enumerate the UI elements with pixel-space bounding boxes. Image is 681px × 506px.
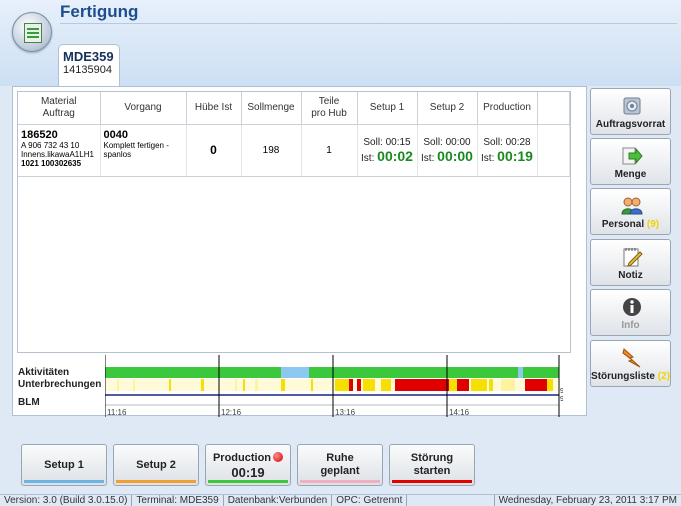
ruhe-color-bar	[300, 480, 380, 483]
interruption-segment	[311, 379, 313, 391]
tick-label: 14:16	[449, 408, 470, 417]
interruption-segment	[423, 379, 449, 391]
table-row[interactable]: 186520 A 906 732 43 10 Innens.likawaA1LH…	[18, 124, 570, 177]
status-terminal: Terminal: MDE359	[132, 495, 224, 506]
activity-segment	[523, 367, 559, 378]
tick-label: 11:16	[107, 408, 127, 417]
order-grid: Material Auftrag Vorgang Hübe Ist Sollmen…	[17, 91, 571, 353]
ruhe-geplant-button[interactable]: Ruhe geplant	[297, 444, 383, 486]
interruption-segment	[357, 379, 361, 391]
idle-segment	[281, 367, 309, 378]
interruption-segment	[363, 379, 375, 391]
status-database: Datenbank:Verbunden	[224, 495, 333, 506]
activity-segment	[309, 367, 518, 378]
gear-icon	[623, 97, 641, 115]
table-header-row: Material Auftrag Vorgang Hübe Ist Sollmen…	[18, 92, 570, 125]
interruption-segment	[349, 379, 353, 391]
machine-id: 14135904	[63, 64, 112, 76]
notepad-icon	[623, 248, 643, 267]
app-header: Fertigung MDE359 14135904	[0, 0, 681, 86]
interruption-segment	[525, 379, 547, 391]
status-datetime: Wednesday, February 23, 2011 3:17 PM	[493, 495, 681, 506]
interruption-segment	[395, 379, 423, 391]
lightning-icon	[622, 348, 641, 368]
blm-value: 9	[560, 396, 563, 403]
setup1-color-bar	[24, 480, 104, 483]
info-button[interactable]: Info	[590, 289, 671, 336]
cell-production: Soll: 00:28 Ist: 00:19	[477, 124, 538, 177]
personal-button[interactable]: Personal (9)	[590, 188, 671, 235]
col-setup1[interactable]: Setup 1	[357, 92, 418, 125]
setup2-button[interactable]: Setup 2	[113, 444, 199, 486]
cell-material: 186520 A 906 732 43 10 Innens.likawaA1LH…	[18, 124, 101, 177]
label-unterbrechungen: Unterbrechungen	[18, 379, 102, 390]
app-title: Fertigung	[60, 2, 139, 21]
setup1-button[interactable]: Setup 1	[21, 444, 107, 486]
interruption-segment	[471, 379, 487, 391]
interruption-segment	[117, 379, 119, 391]
cell-setup2: Soll: 00:00 Ist: 00:00	[417, 124, 478, 177]
interruption-segment	[169, 379, 171, 391]
col-huebe-ist[interactable]: Hübe Ist	[186, 92, 242, 125]
recording-indicator-icon	[273, 452, 284, 462]
tick-label: 13:16	[335, 408, 356, 417]
interruption-segment	[281, 379, 285, 391]
tick-label: 12:16	[221, 408, 242, 417]
col-material[interactable]: Material Auftrag	[18, 92, 101, 125]
interruption-segment	[501, 379, 515, 391]
stoerung-color-bar	[392, 480, 472, 483]
cell-vorgang: 0040 Komplett fertigen - spanlos	[100, 124, 187, 177]
interruption-segment	[255, 379, 258, 391]
people-icon	[621, 197, 643, 215]
label-blm: BLM	[18, 397, 40, 408]
blm-value: 9	[560, 388, 563, 395]
info-icon	[623, 298, 641, 316]
cell-sollmenge: 198	[241, 124, 302, 177]
col-production[interactable]: Production	[477, 92, 538, 125]
interruption-segment	[547, 379, 553, 391]
stoerung-starten-button[interactable]: Störung starten	[389, 444, 475, 486]
interruption-segment	[335, 379, 349, 391]
cell-filler	[537, 124, 570, 177]
stoerungsliste-button[interactable]: Störungsliste (2)	[590, 340, 671, 387]
production-list-icon[interactable]	[12, 12, 52, 52]
interruption-segment	[489, 379, 493, 391]
status-opc: OPC: Getrennt	[332, 495, 408, 506]
interruption-segment	[457, 379, 469, 391]
title-divider	[60, 23, 677, 24]
machine-name: MDE359	[63, 49, 114, 64]
interruption-segment	[133, 379, 135, 391]
arrow-right-icon	[622, 147, 643, 165]
menge-button[interactable]: Menge	[590, 138, 671, 185]
interruption-segment	[381, 379, 391, 391]
production-timer: 00:19	[231, 465, 265, 480]
interruption-segment	[243, 379, 245, 391]
cell-setup1: Soll: 00:15 Ist: 00:02	[357, 124, 418, 177]
col-filler	[537, 92, 570, 125]
status-bar: Version: 3.0 (Build 3.0.15.0) Terminal: M…	[0, 494, 681, 506]
col-setup2[interactable]: Setup 2	[417, 92, 478, 125]
production-button[interactable]: Production 00:19	[205, 444, 291, 486]
cell-huebe-ist: 0	[186, 124, 242, 177]
col-sollmenge[interactable]: Sollmenge	[241, 92, 302, 125]
idle-segment	[518, 367, 523, 378]
machine-tab[interactable]: MDE359 14135904	[58, 44, 120, 86]
activity-segment	[105, 367, 281, 378]
notiz-button[interactable]: Notiz	[590, 239, 671, 286]
cell-teile: 1	[301, 124, 358, 177]
label-aktivitaeten: Aktivitäten	[18, 367, 70, 378]
interruption-segment	[201, 379, 204, 391]
col-vorgang[interactable]: Vorgang	[100, 92, 187, 125]
interruption-segment	[449, 379, 457, 391]
auftragsvorrat-button[interactable]: Auftragsvorrat	[590, 88, 671, 135]
setup2-color-bar	[116, 480, 196, 483]
timeline-labels: Aktivitäten Unterbrechungen BLM	[18, 367, 108, 409]
status-version: Version: 3.0 (Build 3.0.15.0)	[0, 495, 133, 506]
col-teile-pro-hub[interactable]: Teile pro Hub	[301, 92, 358, 125]
main-panel: Material Auftrag Vorgang Hübe Ist Sollmen…	[12, 86, 587, 417]
interruption-segment	[235, 379, 237, 391]
production-color-bar	[208, 480, 288, 483]
activity-timeline[interactable]: 9 9 11:16 12:16 13:16 14:16	[105, 355, 563, 417]
